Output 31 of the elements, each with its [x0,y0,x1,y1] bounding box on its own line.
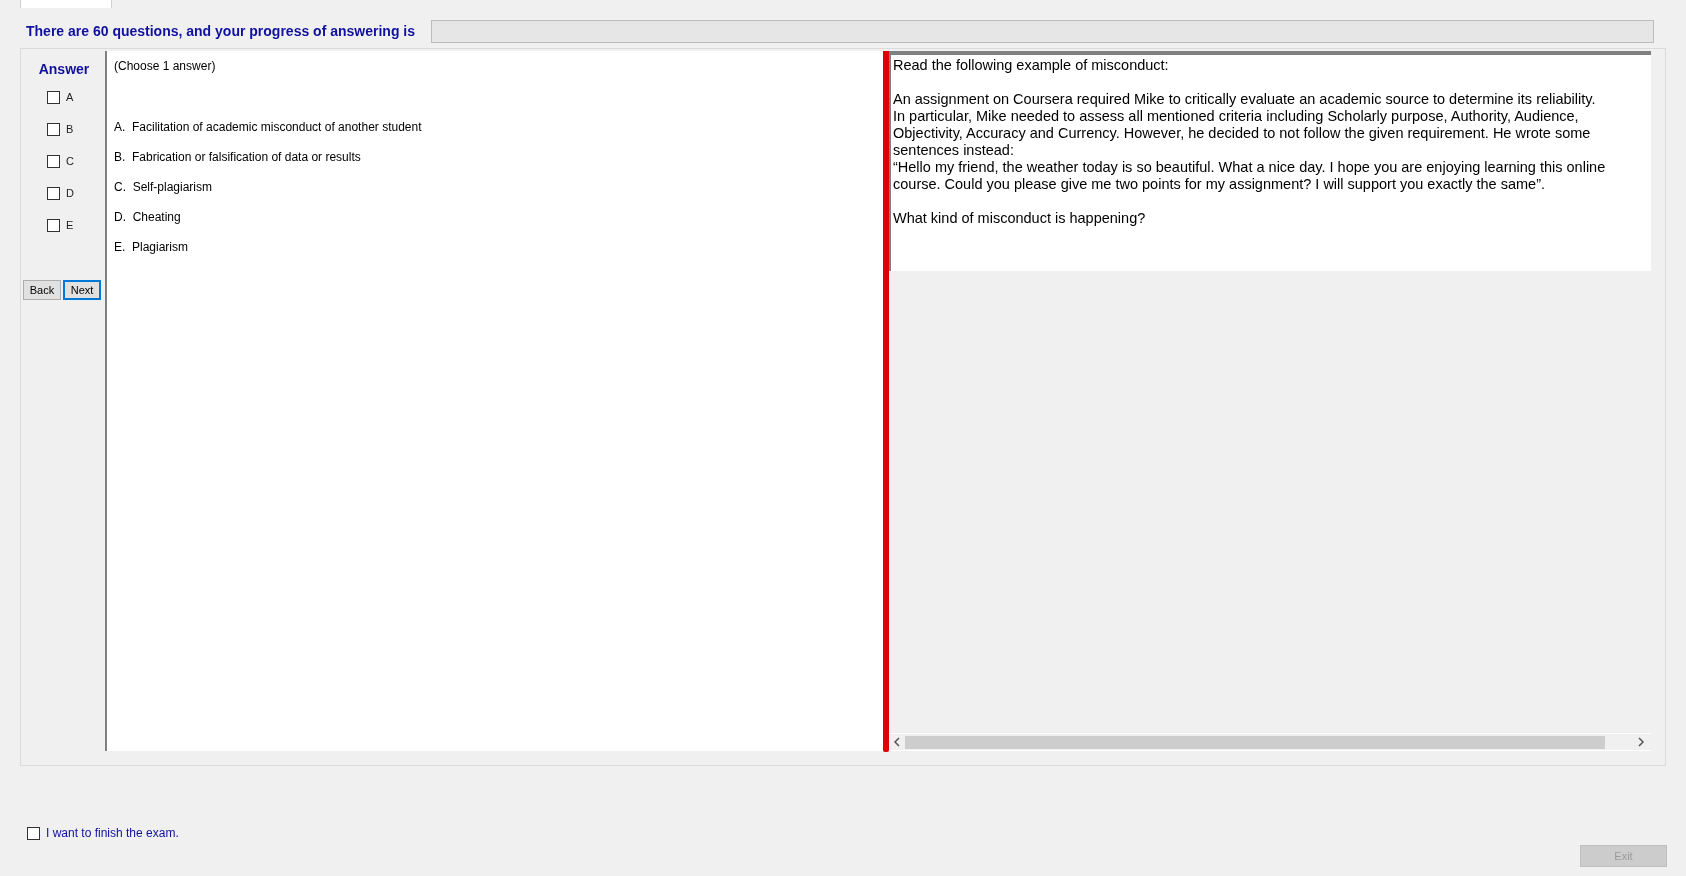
scroll-thumb[interactable] [905,735,1605,749]
choice-text: B. Fabrication or falsification of data or results [114,149,362,166]
option-label: D [66,185,74,201]
passage-text: In particular, Mike needed to assess all mentioned criteria including Scholarly purpose, Authority, Audience, Objectivity, Accuracy and Currency. However, he decided to not follow the given requirement. He wrote some sentences instead: [893,108,1592,159]
choice-text: C. Self-plagiarism [114,179,214,196]
option-label: A [66,89,74,105]
checkbox[interactable] [47,90,60,104]
checkbox[interactable] [27,826,40,840]
checkbox[interactable] [47,218,60,232]
checkbox[interactable] [47,122,60,136]
instruction-text: (Choose 1 answer) [114,58,217,75]
choice-text: A. Facilitation of academic misconduct of another student [114,119,423,136]
nav-button[interactable]: Back [23,280,61,300]
header-text: There are 60 questions, and your progress of answering is [26,21,415,41]
option-label: E [66,217,74,233]
passage-text: Read the following example of misconduct: [893,57,1170,74]
checkbox[interactable] [47,186,60,200]
checkbox[interactable] [47,154,60,168]
choice-text: E. Plagiarism [114,239,190,256]
finish-label: I want to finish the exam. [46,825,179,842]
choice-text: D. Cheating [114,209,182,226]
scroll-left-icon[interactable] [893,737,901,747]
scroll-right-icon[interactable] [1637,737,1645,747]
passage-text: What kind of misconduct is happening? [893,210,1147,227]
option-label: C [66,153,74,169]
horizontal-scrollbar[interactable] [889,733,1651,751]
passage-text: An assignment on Coursera required Mike to critically evaluate an academic source to determine its reliability. [893,91,1597,108]
passage-text: “Hello my friend, the weather today is so beautiful. What a nice day. I hope you are enjoying learning this online course. Could you please give me two points for my assignment? I will support you exactly the same”. [893,159,1607,193]
nav-button[interactable]: Next [63,280,101,300]
answer-title: Answer [38,60,90,79]
option-label: B [66,121,74,137]
